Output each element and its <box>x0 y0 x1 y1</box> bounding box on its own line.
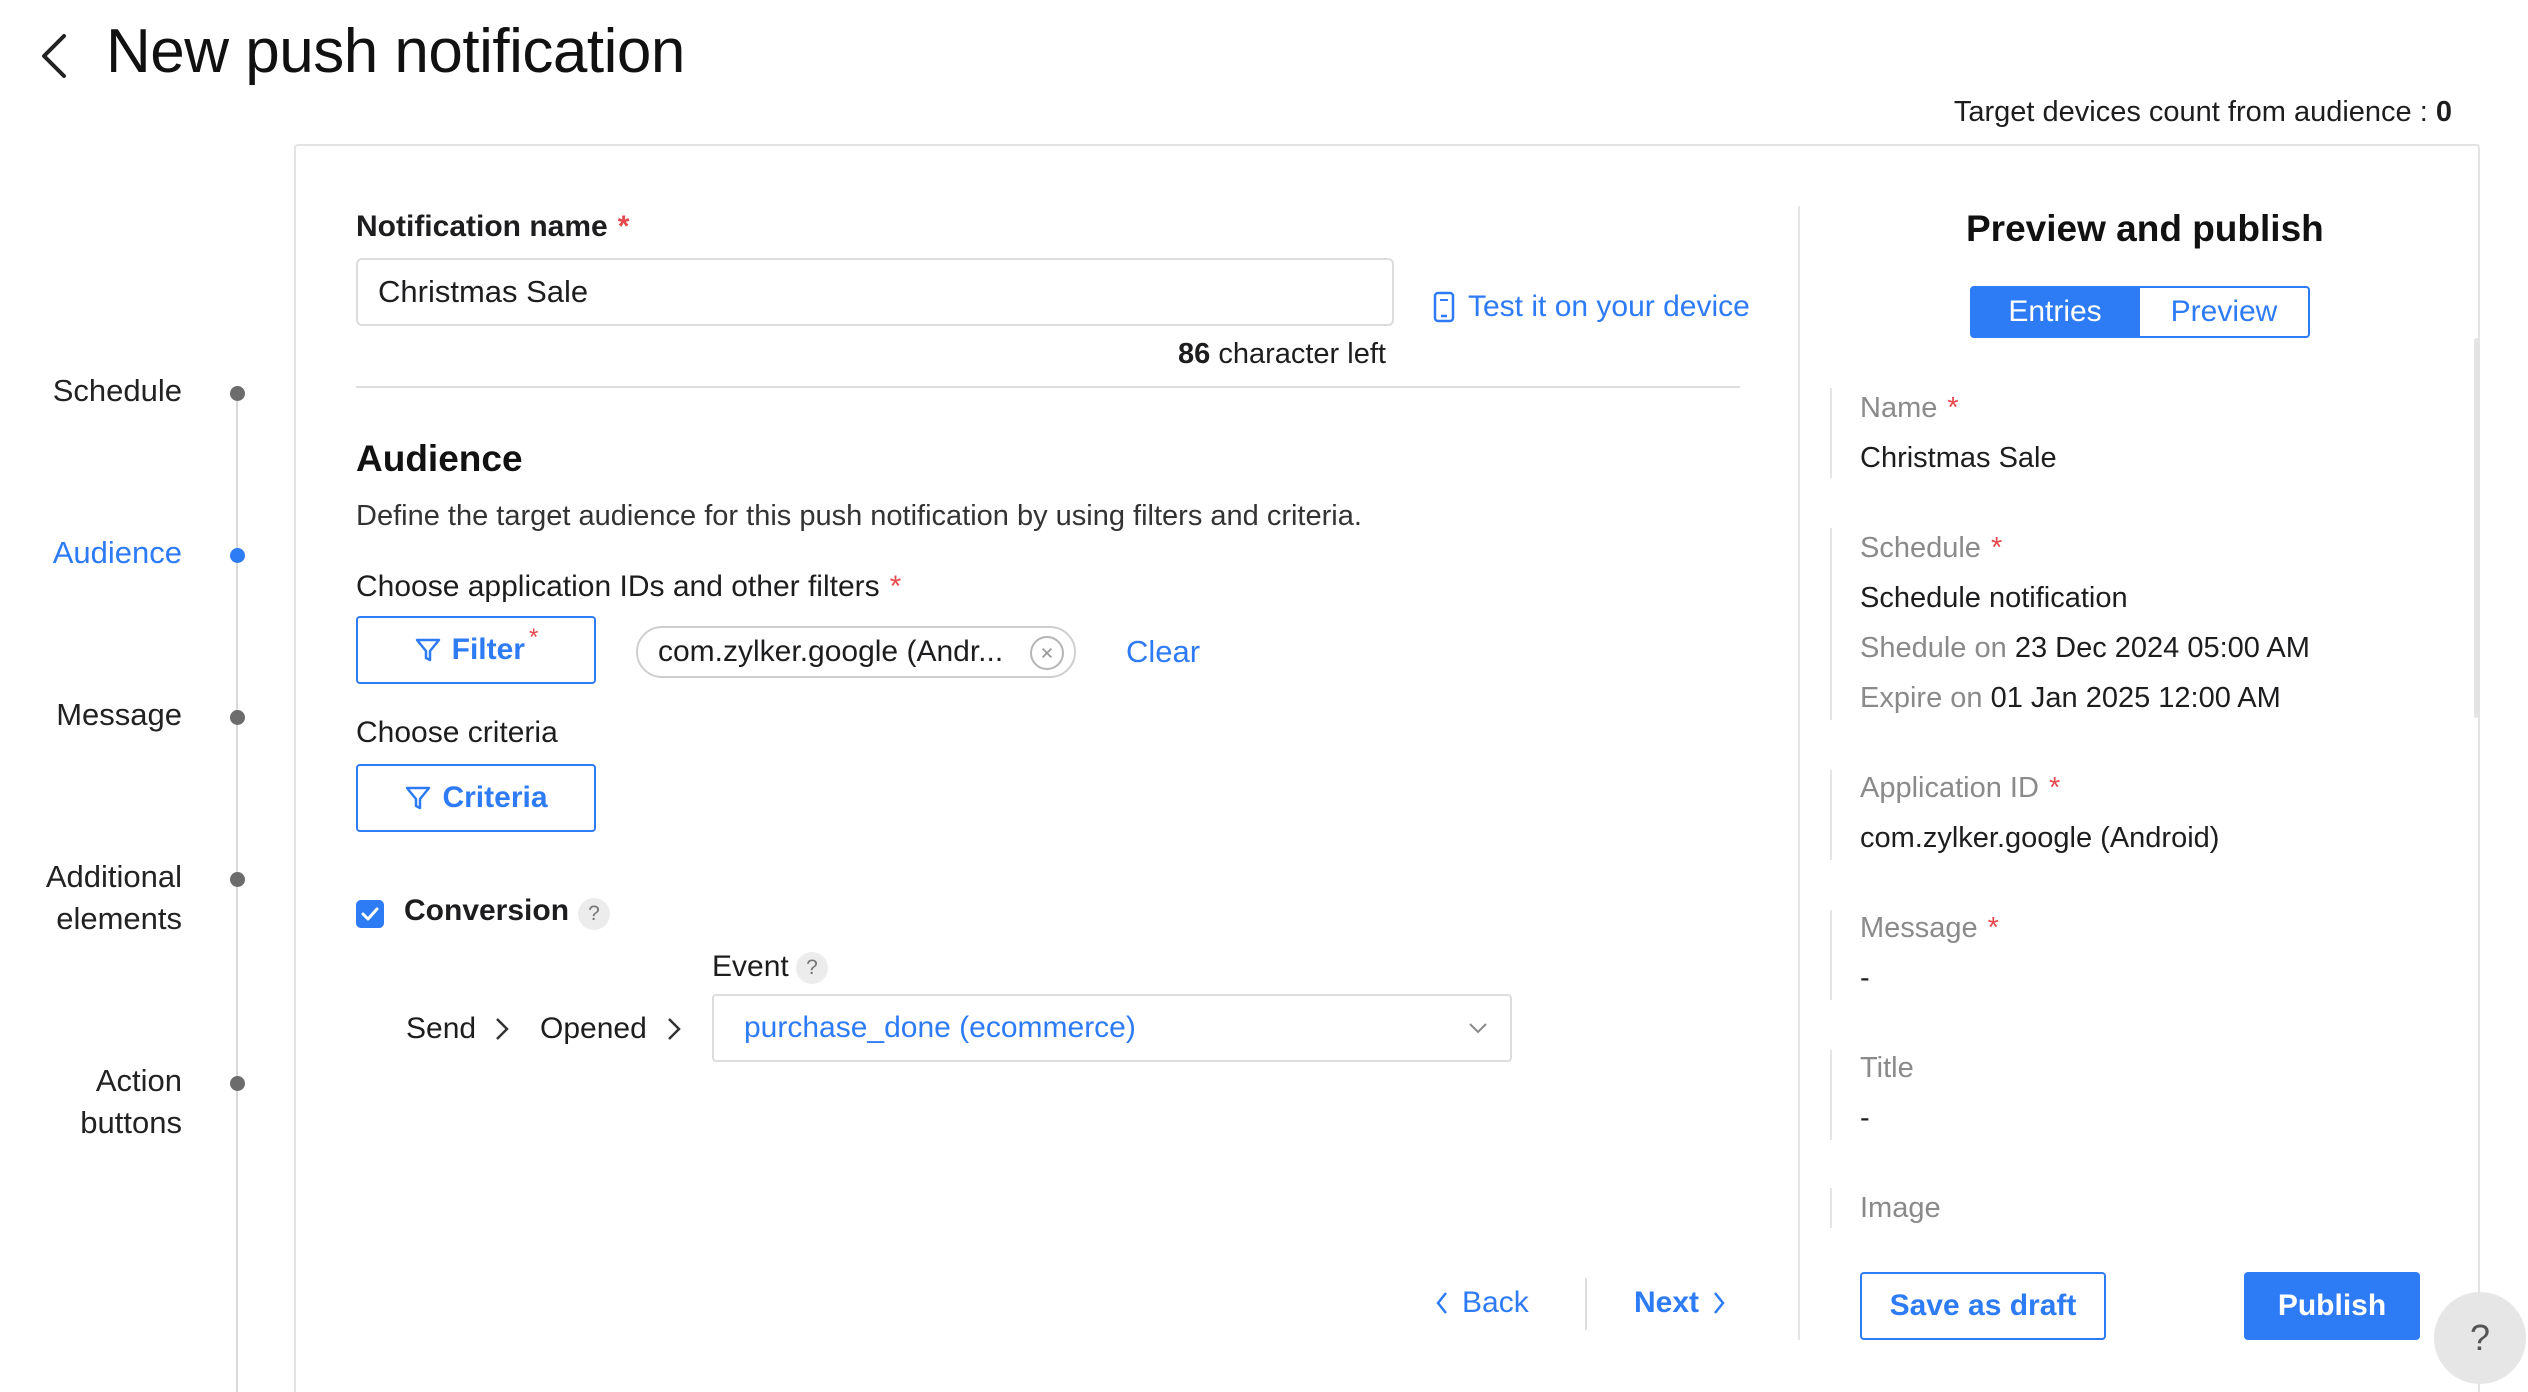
entry-bar <box>1830 388 1832 478</box>
panel-divider <box>1798 206 1800 1340</box>
entry-schedule-on: Shedule on 23 Dec 2024 05:00 AM <box>1860 632 2310 664</box>
entry-bar <box>1830 910 1832 1000</box>
entry-bar <box>1830 1188 1832 1228</box>
step-dot-schedule <box>230 386 245 401</box>
entry-title-label: Title <box>1860 1052 1914 1084</box>
notification-name-label: Notification name * <box>356 210 630 243</box>
entry-bar <box>1830 1050 1832 1140</box>
conversion-checkbox[interactable] <box>356 900 384 928</box>
chevron-right-icon <box>496 1018 509 1040</box>
entry-bar <box>1830 528 1832 720</box>
criteria-button[interactable]: Criteria <box>356 764 596 832</box>
next-button[interactable]: Next <box>1634 1286 1727 1320</box>
nav-separator <box>1585 1278 1587 1330</box>
criteria-label: Choose criteria <box>356 716 558 749</box>
filter-chip: com.zylker.google (Andr... <box>636 626 1076 678</box>
target-count-label: Target devices count from audience : <box>1953 96 2428 128</box>
entry-title-value: - <box>1860 1102 1870 1134</box>
entry-message-value: - <box>1860 962 1870 994</box>
chevron-right-icon <box>1714 1292 1725 1314</box>
chip-remove-icon[interactable] <box>1030 636 1064 670</box>
entry-app-id-value: com.zylker.google (Android) <box>1860 822 2220 854</box>
audience-description: Define the target audience for this push… <box>356 500 1362 532</box>
conversion-label: Conversion <box>404 894 570 927</box>
publish-button[interactable]: Publish <box>2244 1272 2420 1340</box>
chevron-down-icon <box>1469 1023 1487 1034</box>
back-arrow-icon[interactable] <box>34 30 74 82</box>
clear-filters-link[interactable]: Clear <box>1126 634 1200 670</box>
filter-button[interactable]: Filter * <box>356 616 596 684</box>
event-label: Event <box>712 950 789 983</box>
step-additional-elements[interactable]: Additional elements <box>0 856 182 940</box>
chevron-right-icon <box>668 1018 681 1040</box>
entry-name-value: Christmas Sale <box>1860 442 2057 474</box>
target-devices-count: Target devices count from audience : 0 <box>1954 96 2452 129</box>
chevron-left-icon <box>1436 1292 1447 1314</box>
step-dot-additional-elements <box>230 872 245 887</box>
filters-label: Choose application IDs and other filters… <box>356 570 902 603</box>
filter-icon <box>415 638 440 662</box>
entry-message-label: Message * <box>1860 912 1999 944</box>
tab-entries[interactable]: Entries <box>1970 286 2140 338</box>
entry-image-label: Image <box>1860 1192 1941 1224</box>
section-divider <box>356 386 1740 388</box>
entry-bar <box>1830 770 1832 860</box>
filter-button-label: Filter <box>451 633 525 666</box>
entry-expire-on: Expire on 01 Jan 2025 12:00 AM <box>1860 682 2281 714</box>
conversion-help-icon[interactable]: ? <box>578 898 610 930</box>
audience-title: Audience <box>356 438 523 479</box>
criteria-button-label: Criteria <box>442 781 548 814</box>
event-help-icon[interactable]: ? <box>796 952 828 984</box>
preview-title: Preview and publish <box>1966 208 2324 249</box>
characters-left-suffix: character left <box>1218 338 1386 370</box>
filter-chip-label: com.zylker.google (Andr... <box>658 635 1004 668</box>
flow-send: Send <box>406 1012 477 1045</box>
back-button-label: Back <box>1462 1286 1529 1319</box>
help-button[interactable]: ? <box>2434 1292 2526 1384</box>
filter-icon <box>406 786 431 810</box>
event-select-value: purchase_done (ecommerce) <box>744 1011 1136 1044</box>
event-select[interactable]: purchase_done (ecommerce) <box>712 994 1512 1062</box>
entry-name-label: Name * <box>1860 392 1959 424</box>
step-action-buttons[interactable]: Action buttons <box>42 1060 182 1144</box>
test-on-device-label: Test it on your device <box>1468 290 1750 323</box>
notification-name-input[interactable] <box>356 258 1394 326</box>
characters-left: 86 character left <box>1178 338 1386 371</box>
target-count-value: 0 <box>2435 96 2452 128</box>
next-button-label: Next <box>1634 1286 1700 1319</box>
flow-opened: Opened <box>540 1012 647 1045</box>
step-dot-audience <box>230 548 245 563</box>
mobile-device-icon <box>1433 291 1455 323</box>
tab-preview[interactable]: Preview <box>2138 286 2310 338</box>
step-message[interactable]: Message <box>56 694 182 736</box>
save-as-draft-button[interactable]: Save as draft <box>1860 1272 2106 1340</box>
step-dot-action-buttons <box>230 1076 245 1091</box>
filter-required-mark: * <box>529 624 539 651</box>
entry-app-id-label: Application ID * <box>1860 772 2061 804</box>
step-dot-message <box>230 710 245 725</box>
preview-scrollbar[interactable] <box>2474 338 2479 718</box>
test-on-device-link[interactable]: Test it on your device <box>1432 290 1750 324</box>
step-schedule[interactable]: Schedule <box>53 370 182 412</box>
step-audience[interactable]: Audience <box>53 532 182 574</box>
entry-schedule-value: Schedule notification <box>1860 582 2128 614</box>
back-button[interactable]: Back <box>1434 1286 1529 1320</box>
page-title: New push notification <box>106 17 685 86</box>
characters-left-count: 86 <box>1178 338 1211 370</box>
steps-timeline-line <box>236 392 238 1392</box>
entry-schedule-label: Schedule * <box>1860 532 2003 564</box>
